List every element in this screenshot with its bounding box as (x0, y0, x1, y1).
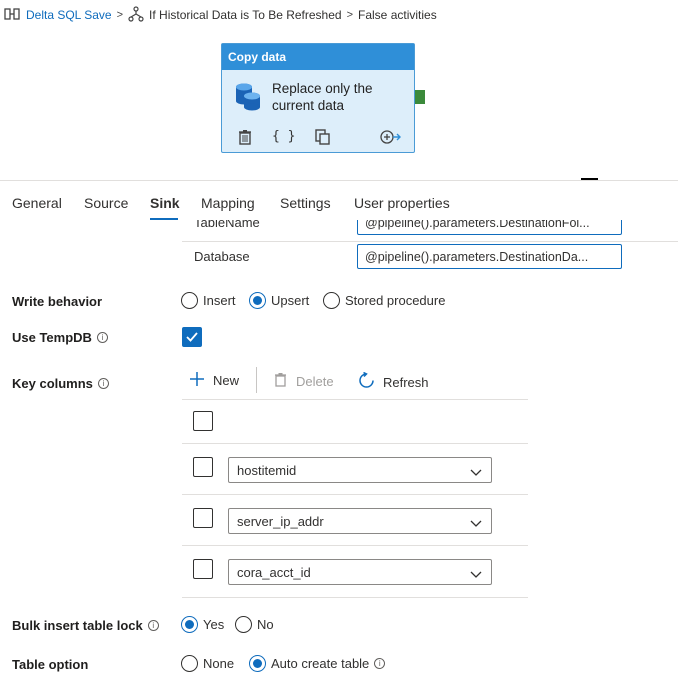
info-icon[interactable]: i (147, 620, 159, 631)
database-row: Database @pipeline().parameters.Destinat… (182, 238, 678, 274)
breadcrumb-pipeline-link[interactable]: Delta SQL Save (26, 8, 112, 22)
toolbar-divider (256, 367, 257, 393)
delete-icon (274, 372, 287, 390)
chevron-down-icon (470, 516, 482, 531)
use-tempdb-label: Use TempDB i (12, 330, 108, 345)
key-column-row-checkbox[interactable] (193, 559, 213, 579)
dataset-params-clip: TableName @pipeline().parameters.Destina… (0, 220, 678, 274)
activity-name: Replace only the current data (272, 81, 373, 113)
refresh-key-columns-button[interactable]: Refresh (358, 371, 429, 392)
write-behavior-insert[interactable]: Insert (181, 292, 236, 309)
delete-key-column-button[interactable]: Delete (274, 372, 334, 390)
key-columns-label: Key columns i (12, 376, 109, 391)
delete-icon[interactable] (238, 129, 252, 148)
chevron-down-icon (470, 465, 482, 480)
info-icon[interactable]: i (96, 332, 108, 343)
tab-sink[interactable]: Sink (150, 195, 180, 211)
copy-activity-card[interactable]: Copy data Replace only the current data … (221, 43, 415, 153)
checkmark-icon (186, 332, 198, 342)
breadcrumb-separator: > (116, 9, 124, 21)
bulk-lock-no[interactable]: No (235, 616, 274, 633)
key-column-select[interactable]: cora_acct_id (228, 559, 492, 585)
tab-user-properties[interactable]: User properties (354, 195, 450, 211)
table-name-field[interactable]: @pipeline().parameters.DestinationFol... (357, 220, 622, 235)
key-column-row-checkbox[interactable] (193, 457, 213, 477)
table-option-label: Table option (12, 657, 89, 672)
key-column-row-checkbox[interactable] (193, 508, 213, 528)
key-columns-header-divider (182, 399, 528, 400)
breadcrumb-condition[interactable]: If Historical Data is To Be Refreshed (149, 8, 342, 22)
row-divider (182, 545, 528, 546)
refresh-icon (358, 371, 375, 392)
select-all-key-columns-checkbox[interactable] (193, 411, 213, 431)
info-icon[interactable]: i (374, 658, 386, 669)
breadcrumb-branch: False activities (358, 8, 437, 22)
add-output-icon[interactable] (380, 129, 402, 148)
output-connector[interactable] (415, 90, 425, 104)
copy-icon[interactable] (315, 129, 331, 148)
tab-settings[interactable]: Settings (280, 195, 331, 211)
write-behavior-upsert[interactable]: Upsert (249, 292, 309, 309)
breadcrumb-separator: > (346, 9, 354, 21)
tab-source[interactable]: Source (84, 195, 128, 211)
database-icon (234, 81, 262, 114)
activity-actions: { } (238, 129, 402, 148)
row-divider (182, 443, 528, 444)
write-behavior-label: Write behavior (12, 294, 103, 309)
properties-tab-bar: General Source Sink Mapping Settings Use… (0, 180, 678, 220)
tab-mapping[interactable]: Mapping (201, 195, 255, 211)
row-divider (182, 494, 528, 495)
write-behavior-stored-procedure[interactable]: Stored procedure (323, 292, 445, 309)
new-key-column-button[interactable]: New (190, 372, 239, 389)
info-icon[interactable]: i (97, 378, 109, 389)
pipeline-icon (4, 7, 20, 23)
activity-type-label: Copy data (222, 44, 414, 70)
database-field[interactable]: @pipeline().parameters.DestinationDa... (357, 244, 622, 269)
code-icon[interactable]: { } (272, 129, 295, 148)
plus-icon (190, 372, 204, 389)
breadcrumb: Delta SQL Save > If Historical Data is T… (4, 5, 437, 25)
bulk-lock-yes[interactable]: Yes (181, 616, 224, 633)
if-condition-icon (128, 5, 144, 25)
table-option-none[interactable]: None (181, 655, 234, 672)
row-divider (182, 597, 528, 598)
use-tempdb-checkbox[interactable] (182, 327, 202, 347)
chevron-down-icon (470, 567, 482, 582)
table-option-auto-create[interactable]: Auto create table i (249, 655, 386, 672)
key-column-select[interactable]: server_ip_addr (228, 508, 492, 534)
table-name-label: TableName (194, 220, 260, 230)
bulk-insert-lock-label: Bulk insert table lock i (12, 618, 159, 633)
tab-general[interactable]: General (12, 195, 62, 211)
key-column-select[interactable]: hostitemid (228, 457, 492, 483)
database-label: Database (194, 249, 250, 264)
